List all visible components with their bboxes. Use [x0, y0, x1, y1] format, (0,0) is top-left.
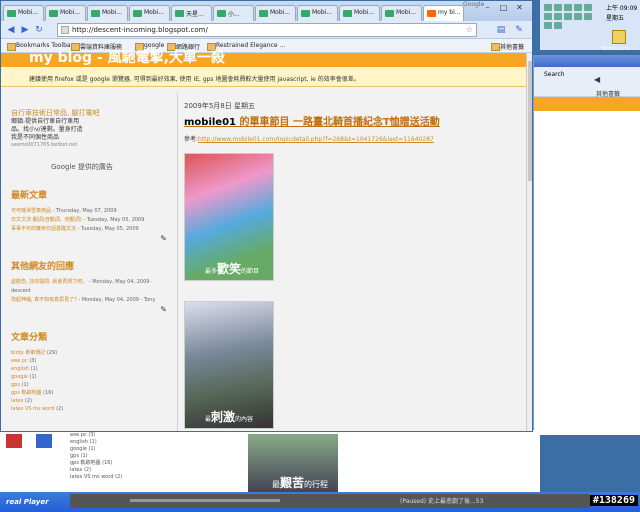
- tab[interactable]: 天星...: [171, 5, 212, 21]
- post-photo[interactable]: 最刺激的內容: [184, 301, 274, 429]
- tab-active[interactable]: my bl...: [423, 5, 464, 21]
- vertical-scrollbar[interactable]: [526, 53, 532, 431]
- maximize-icon[interactable]: □: [497, 3, 510, 14]
- list-item[interactable]: 可可機滑雪車用品 - Thursday, May 07, 2009: [11, 207, 173, 216]
- reload-icon[interactable]: ↻: [33, 24, 45, 36]
- list-item[interactable]: 改起伸縮, 真不知有意思見了? - Monday, May 04, 2009 -…: [11, 296, 173, 305]
- star-icon[interactable]: ☆: [466, 25, 473, 34]
- forward-icon[interactable]: ▶: [19, 24, 31, 36]
- desktop-shortcut[interactable]: Shortcut to ...: [600, 30, 638, 52]
- blog-title[interactable]: my blog - 風馳電掣,大單一殺: [29, 47, 225, 67]
- favicon-icon: [133, 10, 142, 17]
- list-item[interactable]: 處觀念, 找你提問, 就會再努力吧。 - Monday, May 04, 200…: [11, 278, 173, 296]
- app-icon[interactable]: [6, 434, 22, 448]
- favicon-icon: [7, 10, 16, 17]
- background-browser-window[interactable]: Search ◀ 其他書籤: [532, 55, 640, 435]
- page-menu-icon[interactable]: ▤: [495, 24, 507, 36]
- other-bookmarks[interactable]: 其他書籤: [491, 42, 524, 51]
- post-date: 2009年5月8日 星期五: [184, 102, 255, 110]
- tab[interactable]: Mobi...: [129, 5, 170, 21]
- edit-icon[interactable]: ✎: [11, 234, 167, 243]
- address-bar[interactable]: http://descent-incoming.blogspot.com/ ☆: [57, 23, 477, 37]
- browser-notice: 建議使用 firefox 或是 google 瀏覽器, 可得到最好效果, 使用 …: [1, 67, 532, 87]
- folder-icon: [612, 30, 626, 44]
- watermark: #138269: [589, 495, 638, 506]
- favicon-icon: [175, 10, 184, 17]
- favicon-icon: [427, 10, 436, 17]
- tab[interactable]: Mobi...: [87, 5, 128, 21]
- tab[interactable]: Mobi...: [255, 5, 296, 21]
- categories-heading: 文章分類: [11, 333, 48, 343]
- favicon-icon: [343, 10, 352, 17]
- favicon-icon: [385, 10, 394, 17]
- list-item[interactable]: gps 軌跡地圖 (16): [11, 389, 173, 397]
- wrench-icon[interactable]: ✎: [513, 24, 525, 36]
- tab[interactable]: Mobi...: [3, 5, 44, 21]
- favicon-icon: [259, 10, 268, 17]
- list-item[interactable]: google (1): [11, 373, 173, 381]
- tab-bar: Mobi... Mobi... Mobi... Mobi... 天星... 小.…: [1, 1, 532, 21]
- reference-link[interactable]: http://www.mobile01.com/topicdetail.php?…: [198, 136, 434, 143]
- ad-url[interactable]: seems0071765.betbet.net: [11, 142, 173, 148]
- background-window-toolbar: Search ◀ 其他書籤: [534, 67, 640, 98]
- background-category-list: eee pc (3) english (1) google (1) gps (1…: [70, 432, 123, 480]
- seek-bar[interactable]: [130, 499, 280, 502]
- list-item[interactable]: eee pc (3): [11, 357, 173, 365]
- blog-post: 2009年5月8日 星期五 mobile01 的單車節目 一路臺北騎首播紀念T恤…: [184, 101, 524, 429]
- tab[interactable]: Mobi...: [339, 5, 380, 21]
- player-status: (Paused) 史上最悲劇了後...53: [400, 498, 484, 505]
- background-window-titlebar: [534, 55, 640, 67]
- background-banner: [534, 97, 640, 111]
- blog-sidebar: 自行車技術日常品, 腳打電吧 鄉鎮-提供自行車自行車用 品。找小v/達剩。量身打…: [11, 109, 173, 413]
- tray-icons[interactable]: [544, 4, 600, 29]
- list-item[interactable]: birdy 單車傳記 (29): [11, 349, 173, 357]
- recent-posts-heading: 最新文章: [11, 191, 48, 201]
- favicon-icon: [49, 10, 58, 17]
- tab[interactable]: 小...: [213, 5, 254, 21]
- list-item[interactable]: latex VS ms word (2): [11, 405, 173, 413]
- background-photo-caption: 最艱苦的行程: [272, 476, 329, 490]
- photo-caption: 最多歡笑的節目: [205, 262, 260, 276]
- back-arrow-icon: ◀: [594, 75, 601, 84]
- page-icon: [61, 26, 69, 34]
- photo-caption: 最刺激的內容: [205, 410, 254, 424]
- post-photo[interactable]: 最多歡笑的節目: [184, 153, 274, 281]
- navigation-bar: ◀ ▶ ↻ http://descent-incoming.blogspot.c…: [1, 21, 532, 39]
- search-label: Search: [544, 71, 565, 78]
- list-item[interactable]: 事事不可的實用日語基礎文法 - Tuesday, May 05, 2009: [11, 225, 173, 234]
- blog-banner: my blog - 風馳電掣,大單一殺: [1, 50, 532, 67]
- back-icon[interactable]: ◀: [5, 24, 17, 36]
- page-content: my blog - 風馳電掣,大單一殺 建議使用 firefox 或是 goog…: [1, 50, 532, 431]
- other-bookmarks-label: 其他書籤: [596, 91, 621, 98]
- minimize-icon[interactable]: –: [481, 3, 494, 14]
- tab[interactable]: Mobi...: [45, 5, 86, 21]
- google-ads-label[interactable]: Google 提供的廣告: [51, 162, 173, 172]
- list-item[interactable]: english (1): [11, 365, 173, 373]
- edit-icon[interactable]: ✎: [11, 305, 167, 314]
- favicon-icon: [217, 10, 226, 17]
- post-title[interactable]: mobile01 的單車節目 一路臺北騎首播紀念T恤贈送活動: [184, 113, 524, 128]
- tab[interactable]: Mobi...: [297, 5, 338, 21]
- browser-window: Mobi... Mobi... Mobi... Mobi... 天星... 小.…: [0, 0, 533, 432]
- scrollbar-thumb[interactable]: [528, 61, 532, 181]
- list-item[interactable]: gps (1): [11, 381, 173, 389]
- list-item[interactable]: latex (2): [11, 397, 173, 405]
- tab[interactable]: Mobi...: [381, 5, 422, 21]
- app-icon[interactable]: [36, 434, 52, 448]
- clock[interactable]: 上午 09:09 星期五: [606, 4, 637, 24]
- media-player-bar[interactable]: (Paused) 史上最悲劇了後...53: [70, 494, 590, 508]
- ad-link[interactable]: 自行車技術日常品, 腳打電吧: [11, 109, 173, 118]
- background-window-bottom: eee pc (3) english (1) google (1) gps (1…: [0, 430, 540, 492]
- favicon-icon: [91, 10, 100, 17]
- comments-heading: 其他網友的回應: [11, 262, 75, 272]
- close-icon[interactable]: ✕: [513, 3, 526, 14]
- favicon-icon: [301, 10, 310, 17]
- post-reference: 參考:http://www.mobile01.com/topicdetail.p…: [184, 136, 434, 143]
- list-item[interactable]: 日文文法-動詞(自動詞、他動詞) - Tuesday, May 05, 2009: [11, 216, 173, 225]
- column-divider: [177, 93, 178, 431]
